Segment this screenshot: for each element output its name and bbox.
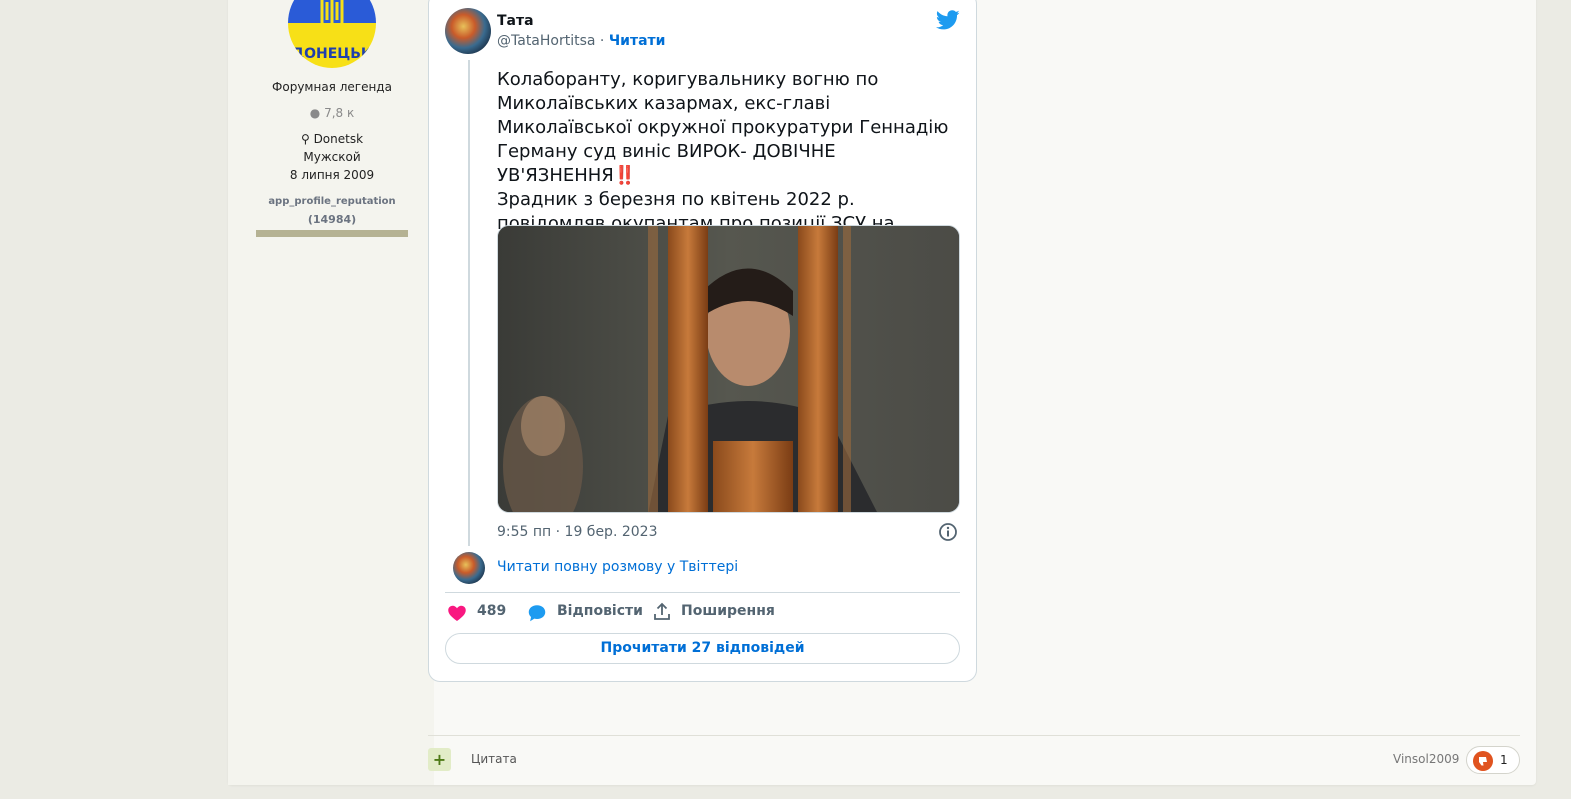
reputation-label: app_profile_reputation [268,196,396,207]
twitter-bird-icon[interactable] [936,8,960,32]
posts-count-value: 7,8 к [324,106,355,120]
user-location: ⚲ Donetsk [256,132,408,146]
author-avatar[interactable]: ДОНЕЦЬК [288,0,376,68]
thumbs-down-icon [1473,751,1493,771]
user-gender: Мужской [303,150,361,164]
map-pin-icon: ⚲ [300,132,310,146]
read-replies-button[interactable]: Прочитати 27 відповідей [445,633,960,664]
tweet-author-handle: @TataHortitsa · Читати [497,33,665,49]
thread-line [468,60,470,546]
reply-button[interactable]: Відповісти [557,603,643,623]
multiquote-plus-button[interactable]: + [428,748,451,771]
heart-icon[interactable] [447,603,467,623]
reputation-bar [256,230,408,237]
user-joined-date: 8 липня 2009 [289,168,375,182]
conversation-avatar [453,552,485,584]
quote-button[interactable]: Цитата [471,752,517,766]
avatar-city-text: ДОНЕЦЬК [291,46,373,62]
user-rank: Форумная легенда [272,80,392,94]
reaction-summary[interactable]: 1 [1466,746,1520,774]
tweet-author-avatar[interactable] [445,8,491,54]
reaction-count: 1 [1500,753,1508,767]
reputation-value: (14984) [307,213,357,226]
follow-button[interactable]: Читати [609,33,666,49]
reply-icon[interactable] [526,602,548,624]
read-full-conversation-link[interactable]: Читати повну розмову у Твіттері [497,559,738,575]
like-count[interactable]: 489 [477,603,506,623]
tweet-photo[interactable] [497,225,960,513]
divider [445,592,960,593]
tweet-timestamp[interactable]: 9:55 пп · 19 бер. 2023 [497,524,657,540]
courtroom-photo [498,226,959,512]
location-value: Donetsk [313,132,364,146]
tweet-author-name[interactable]: Тата [497,13,534,29]
handle-text[interactable]: @TataHortitsa [497,33,595,49]
trident-icon [320,0,344,36]
reactor-username[interactable]: Vinsol2009 [1393,752,1459,766]
comment-icon: ● [309,106,321,120]
share-button[interactable]: Поширення [681,603,775,623]
handle-separator: · [595,33,609,49]
info-icon[interactable] [938,522,958,542]
posts-count[interactable]: ● 7,8 к [256,106,408,120]
share-icon[interactable] [652,602,672,622]
post-footer-divider [428,735,1520,736]
